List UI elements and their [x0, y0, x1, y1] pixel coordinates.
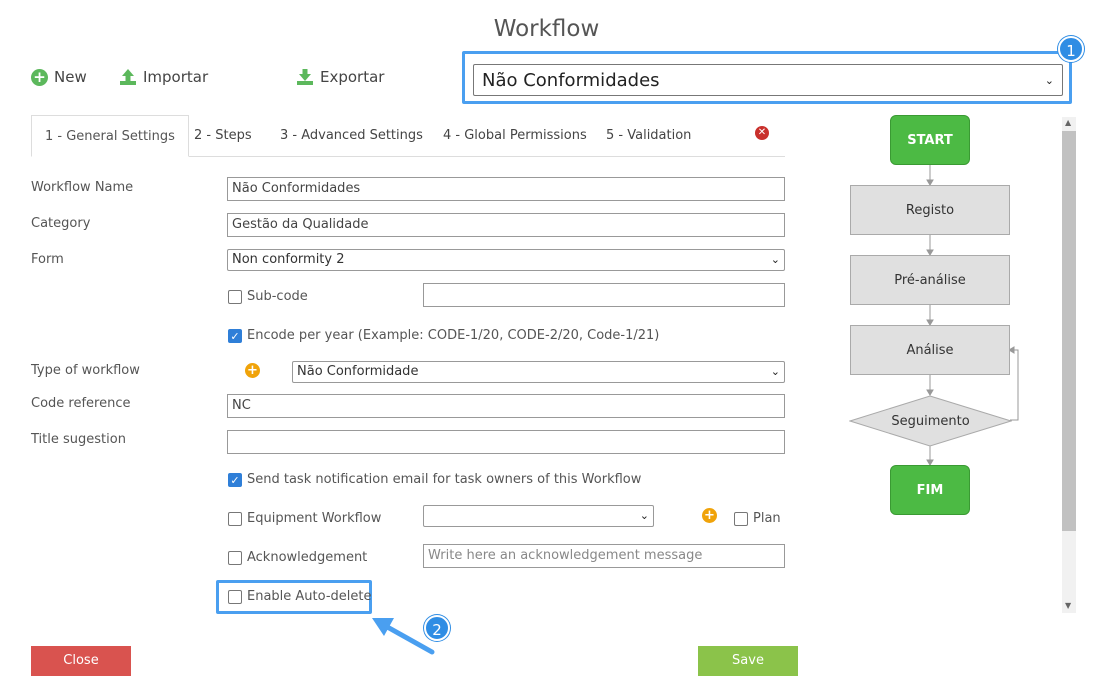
- flow-node-fim[interactable]: FIM: [890, 465, 970, 515]
- scrollbar-thumb[interactable]: [1062, 131, 1076, 531]
- flow-node-pre-analise[interactable]: Pré-análise: [850, 255, 1010, 305]
- code-reference-label: Code reference: [31, 396, 131, 411]
- upload-icon: [120, 69, 136, 85]
- acknowledgement-checkbox[interactable]: [228, 550, 242, 565]
- equipment-checkbox[interactable]: [228, 511, 242, 526]
- form-select-value: Non conformity 2: [232, 252, 345, 267]
- workflow-select[interactable]: Não Conformidades ⌄: [473, 64, 1063, 96]
- send-notification-label: Send task notification email for task ow…: [247, 472, 642, 487]
- subcode-input[interactable]: [423, 283, 785, 307]
- subcode-checkbox[interactable]: [228, 289, 242, 304]
- encode-checkbox-row[interactable]: ✓ Encode per year (Example: CODE-1/20, C…: [228, 328, 659, 343]
- subcode-checkbox-row[interactable]: Sub-code: [228, 289, 308, 304]
- tab-steps[interactable]: 2 - Steps: [181, 115, 265, 157]
- acknowledgement-checkbox-row[interactable]: Acknowledgement: [228, 550, 367, 565]
- new-button[interactable]: + New: [31, 68, 87, 86]
- send-notification-checkbox-row[interactable]: ✓ Send task notification email for task …: [228, 472, 641, 487]
- workflow-name-label: Workflow Name: [31, 180, 134, 195]
- save-button[interactable]: Save: [698, 646, 798, 676]
- tab-general-settings[interactable]: 1 - General Settings: [31, 115, 189, 157]
- export-label: Exportar: [320, 68, 385, 86]
- scroll-down-icon[interactable]: ▼: [1065, 601, 1071, 610]
- encode-label: Encode per year (Example: CODE-1/20, COD…: [247, 328, 660, 343]
- scroll-up-icon[interactable]: ▲: [1065, 118, 1071, 127]
- import-label: Importar: [143, 68, 209, 86]
- add-equipment-icon[interactable]: +: [702, 508, 717, 523]
- form-select[interactable]: Non conformity 2 ⌄: [227, 249, 785, 271]
- type-of-workflow-select[interactable]: Não Conformidade ⌄: [292, 361, 785, 383]
- equipment-checkbox-row[interactable]: Equipment Workflow: [228, 511, 381, 526]
- new-label: New: [54, 68, 87, 86]
- autodelete-checkbox-row[interactable]: Enable Auto-delete: [228, 589, 371, 604]
- callout-badge-2: 2: [424, 615, 450, 641]
- page-title: Workflow: [493, 16, 600, 42]
- plan-checkbox[interactable]: [734, 511, 748, 526]
- equipment-select[interactable]: ⌄: [423, 505, 654, 527]
- flow-node-start[interactable]: START: [890, 115, 970, 165]
- acknowledgement-input[interactable]: Write here an acknowledgement message: [423, 544, 785, 568]
- tab-validation[interactable]: 5 - Validation: [593, 115, 704, 157]
- encode-checkbox[interactable]: ✓: [228, 328, 242, 343]
- flow-node-registo[interactable]: Registo: [850, 185, 1010, 235]
- tab-bar: 1 - General Settings 2 - Steps 3 - Advan…: [31, 115, 785, 157]
- plus-icon: +: [31, 68, 48, 86]
- category-input[interactable]: Gestão da Qualidade: [227, 213, 785, 237]
- code-reference-input[interactable]: NC: [227, 394, 785, 418]
- autodelete-label: Enable Auto-delete: [247, 589, 372, 604]
- plan-checkbox-row[interactable]: Plan: [734, 511, 781, 526]
- import-button[interactable]: Importar: [119, 68, 208, 86]
- workflow-select-value: Não Conformidades: [482, 69, 660, 91]
- autodelete-checkbox[interactable]: [228, 589, 242, 604]
- send-notification-checkbox[interactable]: ✓: [228, 472, 242, 487]
- export-button[interactable]: Exportar: [296, 68, 384, 86]
- title-sugestion-input[interactable]: [227, 430, 785, 454]
- tab-global-permissions[interactable]: 4 - Global Permissions: [430, 115, 600, 157]
- flow-node-analise[interactable]: Análise: [850, 325, 1010, 375]
- subcode-label: Sub-code: [247, 289, 308, 304]
- type-of-workflow-label: Type of workflow: [31, 363, 140, 378]
- callout-badge-1: 1: [1058, 36, 1084, 62]
- chevron-down-icon: ⌄: [770, 365, 780, 378]
- add-type-icon[interactable]: +: [245, 363, 260, 378]
- chevron-down-icon: ⌄: [770, 253, 780, 266]
- tab-advanced-settings[interactable]: 3 - Advanced Settings: [267, 115, 436, 157]
- flow-node-seguimento[interactable]: Seguimento: [850, 408, 1011, 434]
- chevron-down-icon: ⌄: [639, 509, 649, 522]
- equipment-label: Equipment Workflow: [247, 511, 382, 526]
- workflow-name-input[interactable]: Não Conformidades: [227, 177, 785, 201]
- chevron-down-icon: ⌄: [1044, 73, 1054, 87]
- close-icon[interactable]: ✕: [755, 126, 769, 140]
- category-label: Category: [31, 216, 91, 231]
- download-icon: [297, 69, 313, 85]
- form-label: Form: [31, 252, 64, 267]
- title-sugestion-label: Title sugestion: [31, 432, 126, 447]
- type-select-value: Não Conformidade: [297, 364, 419, 379]
- close-button[interactable]: Close: [31, 646, 131, 676]
- acknowledgement-label: Acknowledgement: [247, 550, 368, 565]
- plan-label: Plan: [753, 511, 781, 526]
